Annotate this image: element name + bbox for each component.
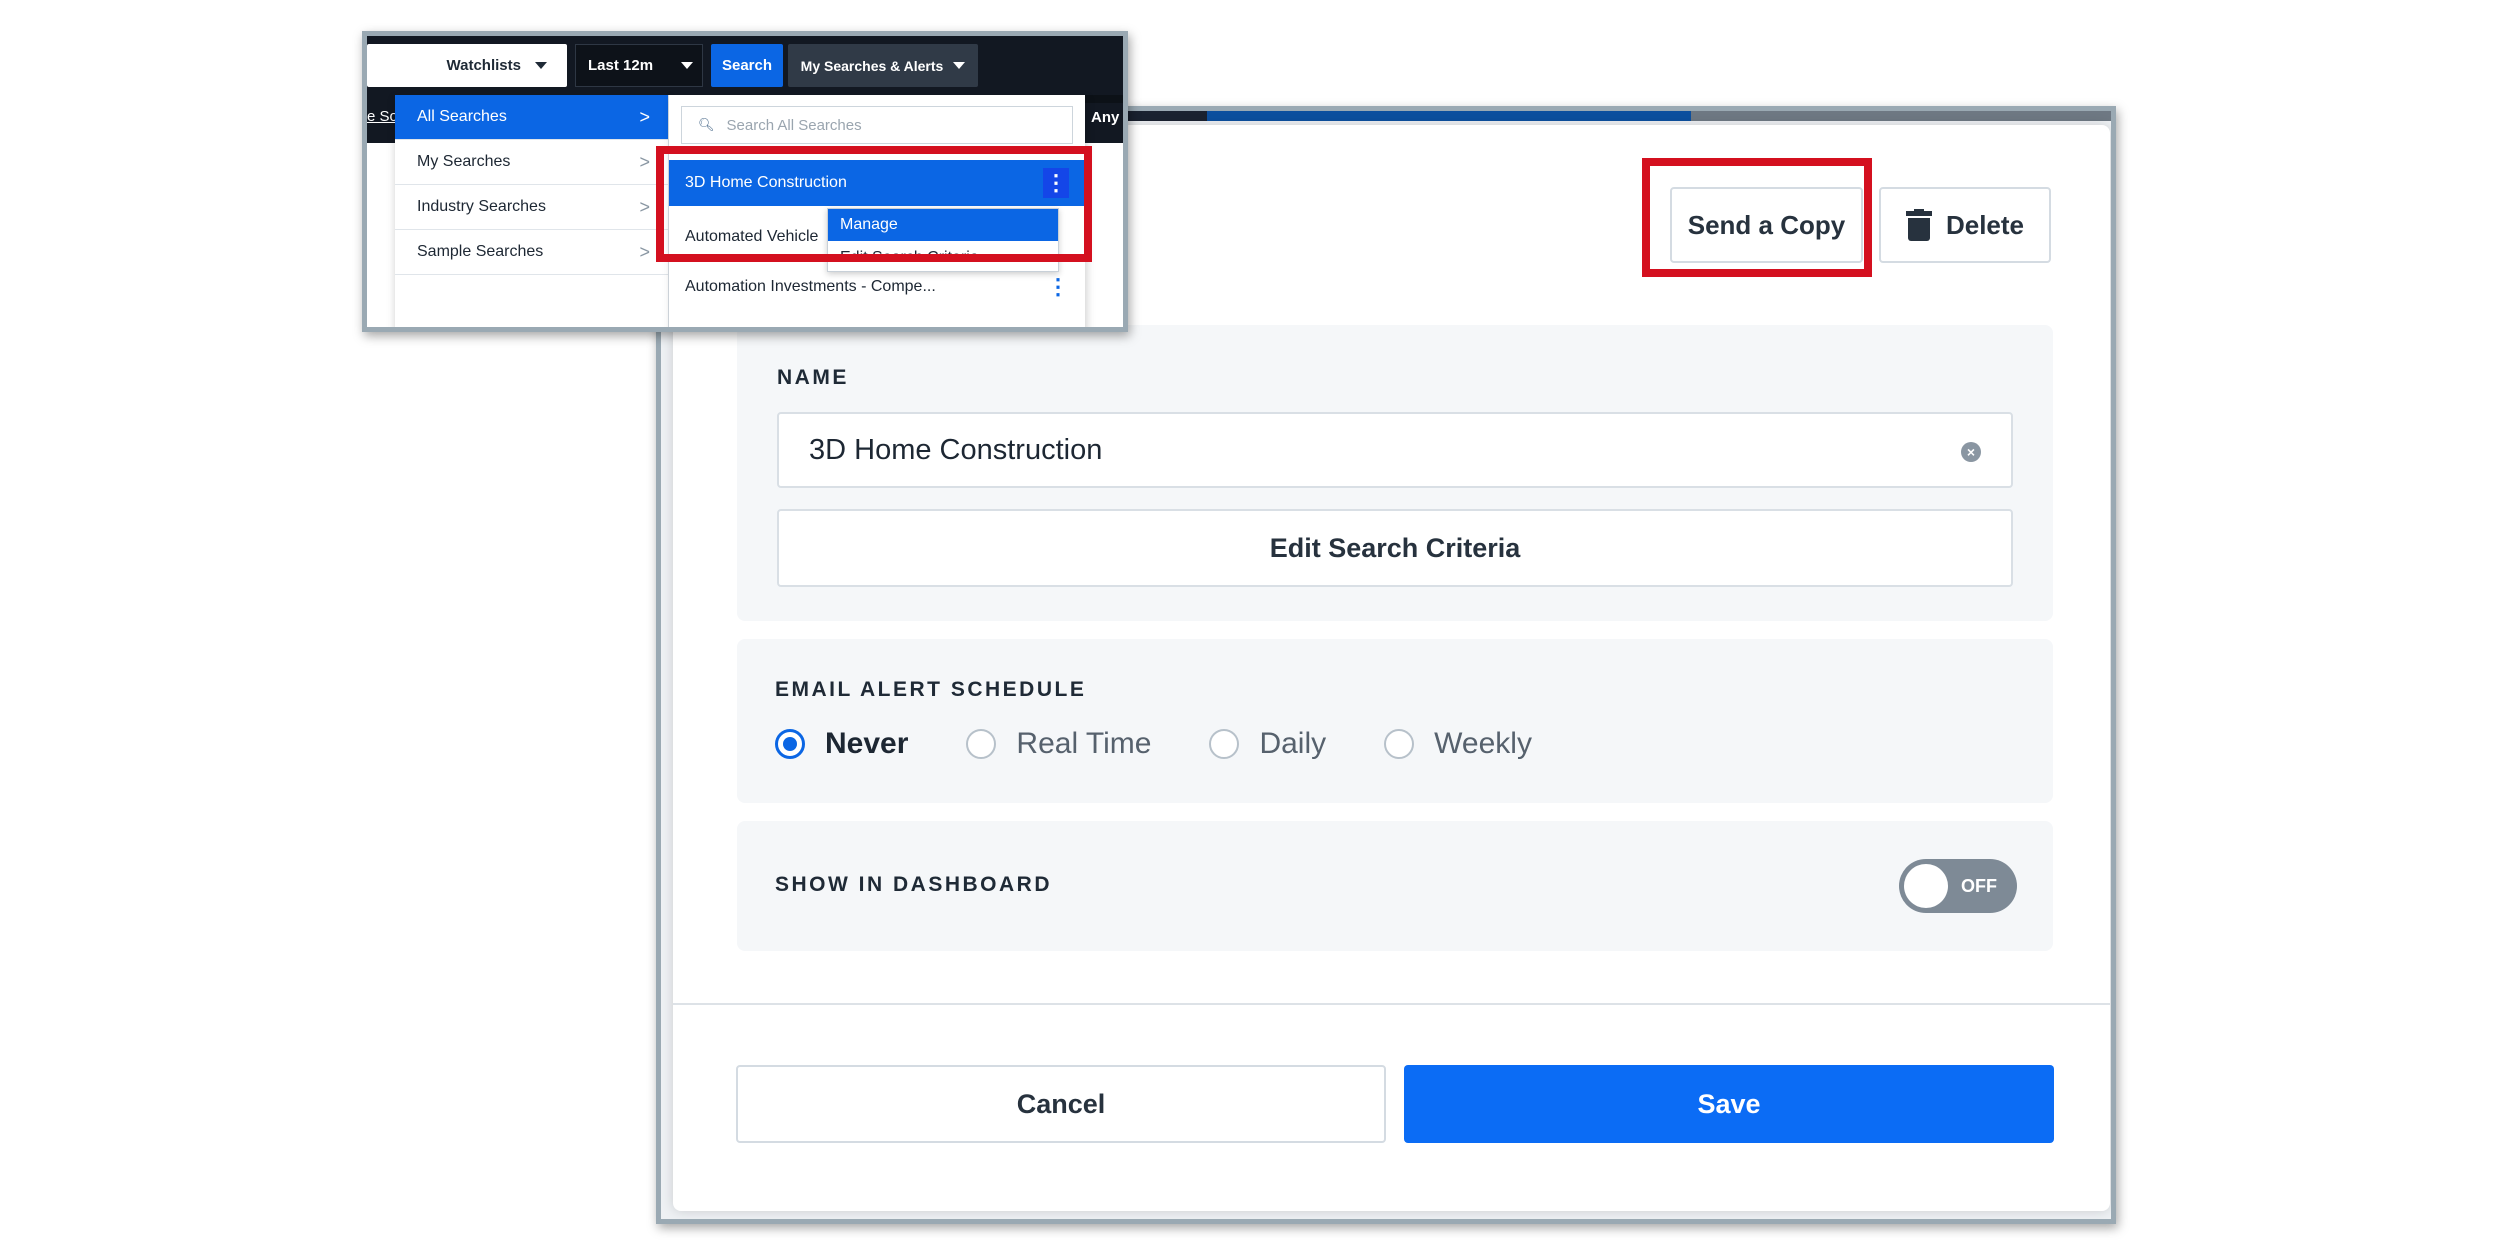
radio-daily[interactable]: Daily <box>1209 727 1326 761</box>
cancel-button[interactable]: Cancel <box>736 1065 1386 1143</box>
partial-filter-label: Any <box>1091 109 1120 126</box>
highlight-box-result-row <box>656 146 1092 262</box>
name-label: NAME <box>777 366 849 389</box>
dashboard-section: SHOW IN DASHBOARD OFF <box>737 821 2053 951</box>
menu-item-sample-searches[interactable]: Sample Searches > <box>395 230 668 275</box>
radio-real-time[interactable]: Real Time <box>966 727 1151 761</box>
highlight-box-send-copy <box>1642 158 1872 277</box>
kebab-menu-icon[interactable]: ⋮ <box>1047 274 1069 300</box>
footer-divider <box>673 1003 2110 1005</box>
partial-link[interactable]: e So <box>367 108 398 125</box>
edit-search-criteria-button[interactable]: Edit Search Criteria <box>777 509 2013 587</box>
menu-item-industry-searches[interactable]: Industry Searches > <box>395 185 668 230</box>
search-all-input[interactable]: 🔍︎ Search All Searches <box>681 106 1073 144</box>
name-input[interactable]: 3D Home Construction × <box>777 412 2013 488</box>
radio-never[interactable]: Never <box>775 727 908 761</box>
caret-down-icon <box>681 62 694 69</box>
date-range-dropdown[interactable]: Last 12m <box>575 44 703 87</box>
radio-weekly[interactable]: Weekly <box>1384 727 1532 761</box>
trash-icon <box>1905 209 1932 241</box>
toggle-knob <box>1904 864 1948 908</box>
watchlists-dropdown[interactable]: Watchlists <box>367 44 567 87</box>
my-searches-alerts-dropdown[interactable]: My Searches & Alerts <box>788 44 978 87</box>
caret-down-icon <box>953 62 966 69</box>
chevron-right-icon: > <box>639 151 650 172</box>
radio-button-icon <box>775 729 805 759</box>
clear-icon[interactable]: × <box>1961 442 1981 462</box>
search-category-menu: All Searches > My Searches > Industry Se… <box>395 95 669 327</box>
delete-button[interactable]: Delete <box>1879 187 2051 263</box>
chevron-right-icon: > <box>639 196 650 217</box>
menu-item-my-searches[interactable]: My Searches > <box>395 140 668 185</box>
dashboard-label: SHOW IN DASHBOARD <box>775 873 1052 896</box>
radio-button-icon <box>1384 729 1415 759</box>
search-icon: 🔍︎ <box>698 117 715 132</box>
menu-item-all-searches[interactable]: All Searches > <box>395 95 668 140</box>
email-alert-label: EMAIL ALERT SCHEDULE <box>775 678 1087 701</box>
save-button[interactable]: Save <box>1404 1065 2054 1143</box>
caret-down-icon <box>535 62 547 69</box>
email-alert-section: EMAIL ALERT SCHEDULE Never Real Time Dai… <box>737 639 2053 803</box>
name-section: NAME 3D Home Construction × Edit Search … <box>737 325 2053 621</box>
chevron-right-icon: > <box>639 106 650 127</box>
search-button[interactable]: Search <box>711 44 783 87</box>
chevron-right-icon: > <box>639 241 650 262</box>
radio-button-icon <box>966 729 997 759</box>
radio-button-icon <box>1209 729 1240 759</box>
top-navigation-bar: Watchlists Last 12m Search My Searches &… <box>367 36 1123 95</box>
schedule-radio-group: Never Real Time Daily Weekly <box>775 727 1590 761</box>
dashboard-toggle[interactable]: OFF <box>1899 859 2017 913</box>
